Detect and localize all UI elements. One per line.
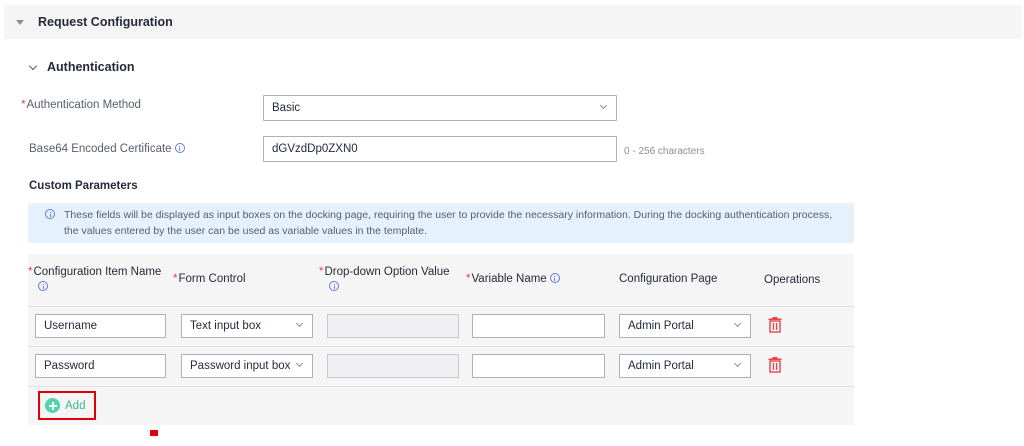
row2-item-name-value: Password [44, 360, 95, 372]
row2-form-control-value: Password input box [190, 360, 291, 372]
authentication-method-text: Authentication Method [26, 99, 141, 111]
row1-option-value-input [327, 314, 459, 338]
row2-config-page-select[interactable]: Admin Portal [619, 354, 751, 378]
authentication-method-select[interactable]: Basic [263, 95, 617, 121]
chevron-down-icon [295, 359, 304, 368]
info-icon[interactable] [38, 281, 48, 291]
column-header-form-control-text: Form Control [178, 273, 246, 285]
row1-item-name-value: Username [44, 320, 98, 332]
row2-config-page-value: Admin Portal [628, 360, 694, 372]
info-icon[interactable] [549, 273, 560, 283]
trash-icon[interactable] [768, 357, 782, 373]
request-configuration-header[interactable]: Request Configuration [4, 5, 1022, 39]
row1-variable-name-input[interactable] [472, 314, 605, 338]
column-header-item-name-text: Configuration Item Name [33, 266, 162, 278]
chevron-down-icon [295, 319, 304, 328]
add-label: Add [65, 399, 86, 412]
info-icon[interactable] [174, 143, 185, 153]
row1-config-page-select[interactable]: Admin Portal [619, 314, 751, 338]
column-header-config-page: Configuration Page [619, 273, 718, 285]
column-header-form-control: *Form Control [173, 273, 246, 285]
row1-form-control-select[interactable]: Text input box [181, 314, 313, 338]
chevron-down-icon [733, 319, 742, 328]
authentication-method-label: *Authentication Method [21, 99, 141, 111]
add-circle-icon [45, 398, 60, 413]
row1-item-name-input[interactable]: Username [35, 314, 166, 338]
chevron-down-icon [733, 359, 742, 368]
add-parameter-button[interactable]: Add [38, 391, 96, 420]
info-icon[interactable] [329, 281, 339, 291]
certificate-hint: 0 - 256 characters [624, 146, 705, 157]
authentication-method-value: Basic [272, 102, 301, 114]
notice-text: These fields will be displayed as input … [64, 209, 833, 237]
info-icon [45, 209, 55, 219]
chevron-down-icon [28, 61, 38, 70]
required-marker: * [21, 99, 26, 111]
trash-icon[interactable] [768, 317, 782, 333]
caret-down-icon [16, 19, 24, 25]
authentication-header[interactable]: Authentication [28, 60, 135, 74]
column-header-option-value-text: Drop-down Option Value [324, 266, 450, 278]
authentication-title: Authentication [47, 60, 135, 74]
column-header-item-name: *Configuration Item Name [28, 265, 168, 295]
column-header-variable-name: *Variable Name [466, 272, 560, 287]
certificate-label: Base64 Encoded Certificate [29, 143, 185, 155]
row-divider [28, 386, 854, 387]
custom-parameters-table: *Configuration Item Name *Form Control *… [28, 254, 854, 425]
column-header-variable-name-text: Variable Name [471, 273, 547, 285]
annotation-marker [150, 430, 158, 436]
row2-option-value-input [327, 354, 459, 378]
column-header-option-value: *Drop-down Option Value [319, 265, 469, 295]
row1-form-control-value: Text input box [190, 320, 261, 332]
row-divider [28, 306, 854, 307]
column-header-operations: Operations [764, 274, 821, 286]
certificate-label-text: Base64 Encoded Certificate [29, 143, 172, 155]
chevron-down-icon [599, 101, 608, 110]
section-title: Request Configuration [38, 15, 173, 29]
row2-item-name-input[interactable]: Password [35, 354, 166, 378]
row-divider [28, 346, 854, 347]
row1-config-page-value: Admin Portal [628, 320, 694, 332]
certificate-value: dGVzdDp0ZXN0 [272, 143, 358, 155]
certificate-input[interactable]: dGVzdDp0ZXN0 [263, 136, 617, 162]
custom-parameters-notice: These fields will be displayed as input … [28, 203, 854, 243]
row2-form-control-select[interactable]: Password input box [181, 354, 313, 378]
custom-parameters-title: Custom Parameters [29, 180, 138, 192]
row2-variable-name-input[interactable] [472, 354, 605, 378]
